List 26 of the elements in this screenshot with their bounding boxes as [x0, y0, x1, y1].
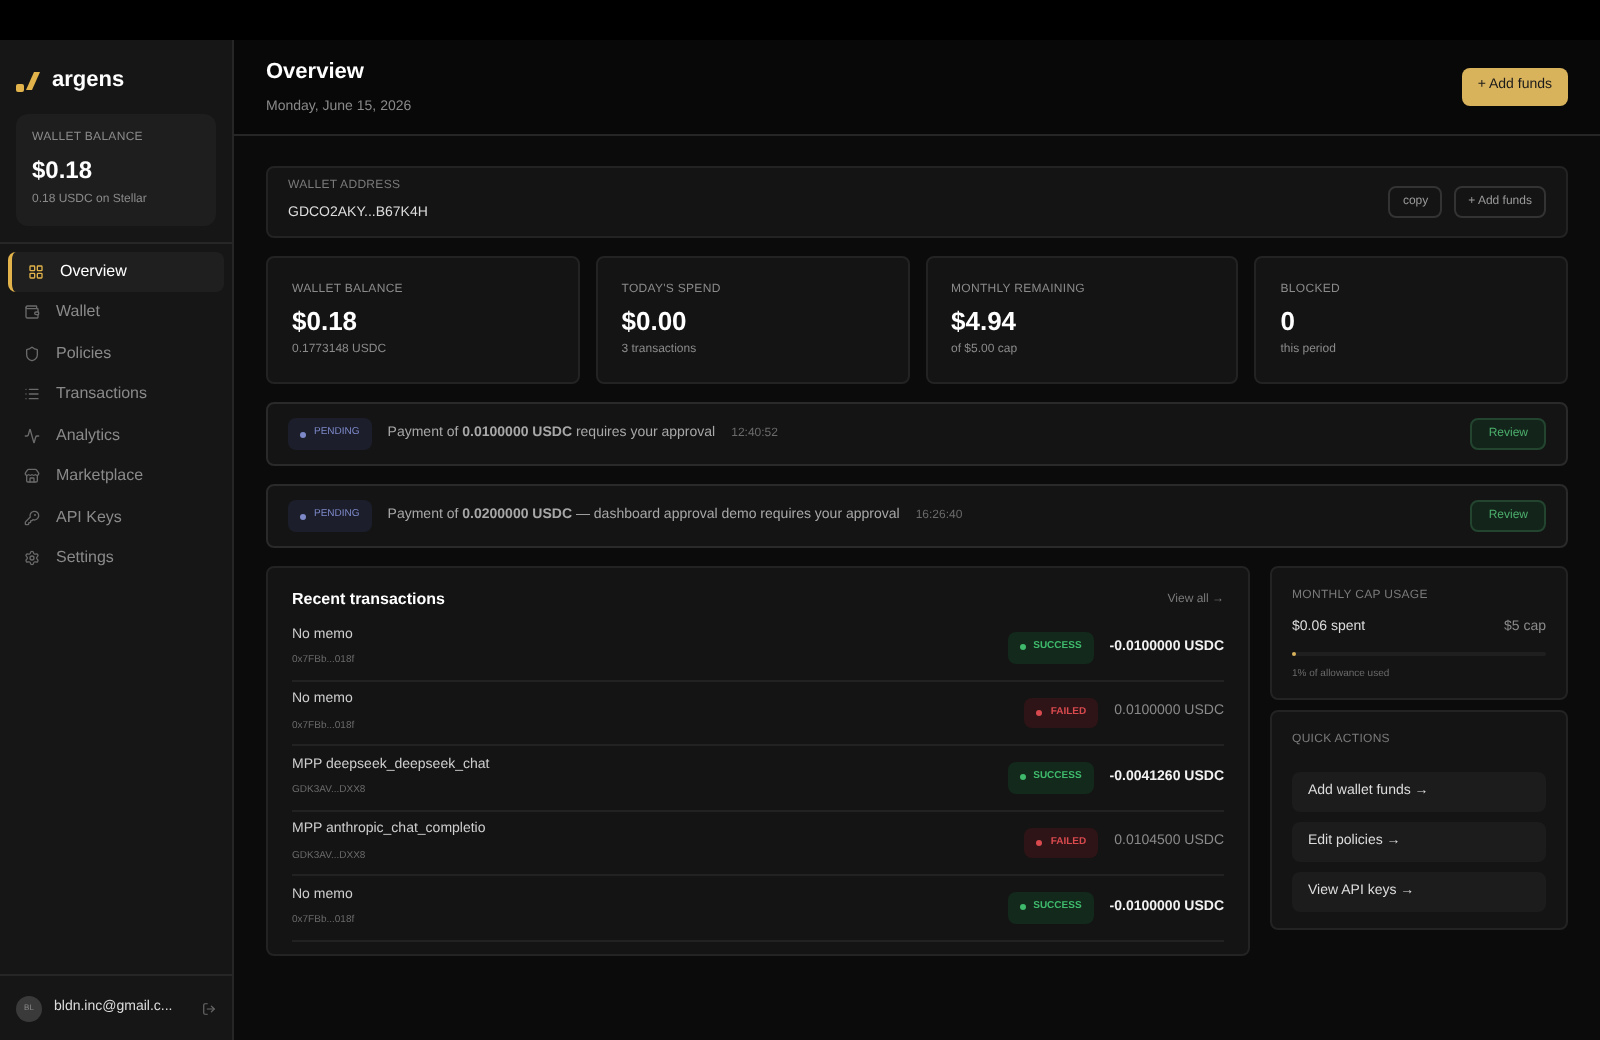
nav-item[interactable]: Analytics	[8, 415, 224, 456]
balance-value: $0.18	[32, 153, 95, 187]
logout-icon[interactable]	[202, 1001, 216, 1015]
stat-value: $0.18	[292, 308, 360, 334]
stat-value: $4.94	[951, 308, 1019, 334]
nav-icon	[28, 263, 44, 280]
panel-title: Recent transactions	[292, 588, 445, 612]
nav-icon	[24, 427, 40, 444]
nav-icon	[24, 509, 40, 526]
nav-icon	[24, 550, 40, 567]
nav-item[interactable]: Marketplace	[8, 456, 224, 497]
nav-item[interactable]: Transactions	[8, 374, 224, 415]
nav-item[interactable]: Wallet	[8, 292, 224, 333]
page-title: Overview	[266, 58, 366, 88]
nav-icon	[24, 468, 40, 485]
logo-icon	[16, 69, 40, 92]
nav-item[interactable]: Settings	[8, 538, 224, 579]
stat-value: $0.00	[621, 308, 689, 334]
nav-item[interactable]: API Keys	[8, 497, 224, 538]
nav-icon	[24, 304, 40, 321]
stat-value: 0	[1280, 308, 1297, 334]
nav-icon	[24, 386, 40, 403]
brand-name: argens	[52, 66, 125, 96]
nav-item[interactable]: Overview	[8, 251, 224, 292]
nav-item[interactable]: Policies	[8, 333, 224, 374]
nav-icon	[24, 345, 40, 362]
